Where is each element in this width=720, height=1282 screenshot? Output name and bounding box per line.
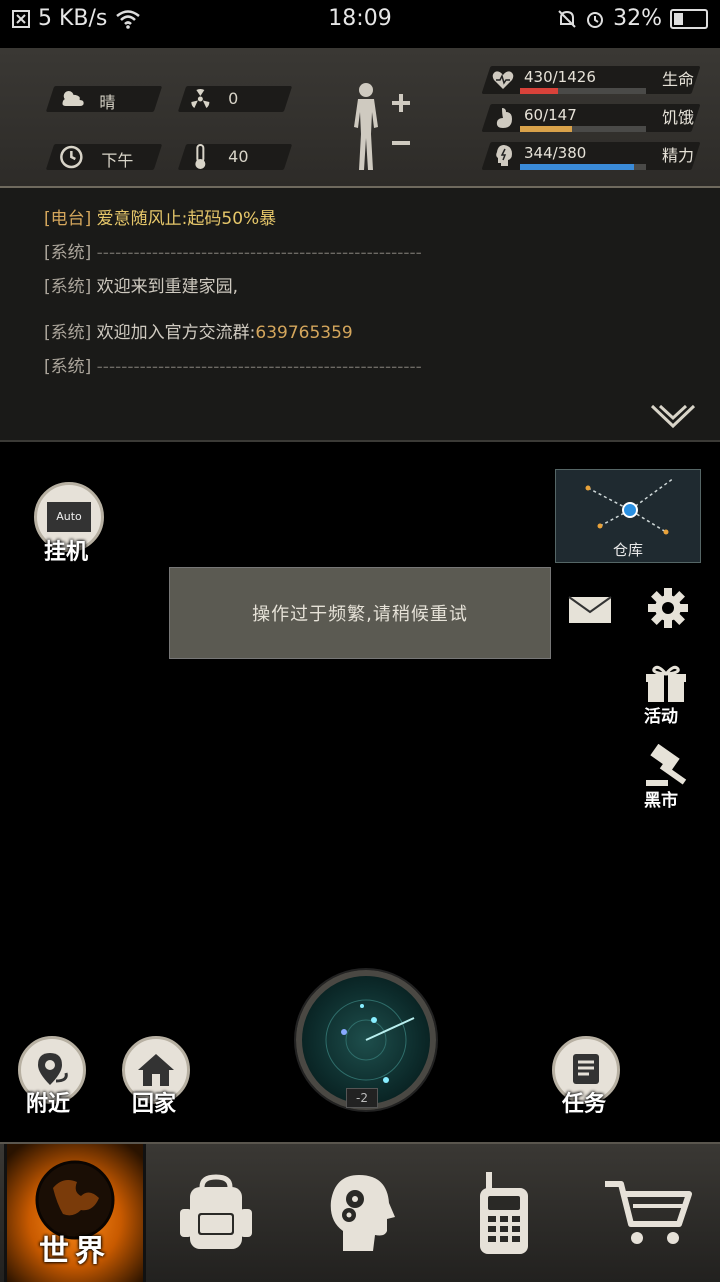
stomach-icon <box>496 108 512 128</box>
chat-text: ----------------------------------------… <box>96 243 422 263</box>
radar-level: -2 <box>346 1088 378 1108</box>
cloud-sun-icon <box>62 91 84 106</box>
time-pill: 下午 <box>45 144 163 170</box>
stat-label: 精力 <box>662 146 695 165</box>
activity-label: 活动 <box>644 707 678 727</box>
tab-world-label: 世界 <box>39 1234 111 1269</box>
warehouse-label: 仓库 <box>612 541 643 559</box>
task-label: 任务 <box>562 1092 607 1117</box>
radiation-pill: 0 <box>177 86 293 112</box>
character-body-button[interactable] <box>346 82 420 172</box>
tab-world[interactable]: 世界 <box>4 1144 146 1282</box>
head-gears-icon <box>330 1175 395 1251</box>
map-network-icon <box>585 477 675 535</box>
nearby-button[interactable]: 附近 <box>18 1036 88 1117</box>
chat-log[interactable]: [电台] 爱意随风止:起码50%暴 [系统] -----------------… <box>0 188 720 442</box>
mute-bell-icon <box>558 9 576 28</box>
radar-scope-icon <box>325 999 415 1083</box>
plus-icon <box>392 94 410 112</box>
stat-label: 饥饿 <box>662 108 695 127</box>
chat-tag: [系统] <box>44 357 92 377</box>
stat-value: 430/1426 <box>524 68 596 86</box>
thermometer-icon <box>195 144 206 169</box>
gavel-icon <box>646 743 687 786</box>
shopping-cart-icon <box>605 1181 692 1244</box>
chat-text: 欢迎来到重建家园, <box>96 277 239 297</box>
clock-icon <box>60 145 83 169</box>
chat-text: 爱意随风止:起码50%暴 <box>96 209 277 229</box>
stat-bar <box>520 126 646 132</box>
brain-icon <box>496 145 512 166</box>
weather-label: 晴 <box>99 93 116 112</box>
stat-bar-fill <box>520 164 635 170</box>
status-bar: 5 KB/s 18:09 32% <box>0 0 720 40</box>
auto-label: 挂机 <box>44 540 89 565</box>
heart-icon <box>492 71 514 89</box>
chat-line: [系统] 欢迎来到重建家园, <box>44 272 238 297</box>
chat-line-radio: [电台] 爱意随风止:起码50%暴 <box>44 204 276 229</box>
chat-tag: [系统] <box>44 323 92 343</box>
chat-tag: [系统] <box>44 243 92 263</box>
temperature-pill: 40 <box>177 144 293 170</box>
radiation-value: 0 <box>228 89 239 108</box>
black-market-button[interactable]: 黑市 <box>644 743 694 811</box>
expand-chevron-icon[interactable] <box>650 404 696 430</box>
chat-line: [系统] -----------------------------------… <box>44 352 422 377</box>
radar-button[interactable]: -2 <box>296 970 436 1110</box>
stat-bar <box>520 164 646 170</box>
chat-line: [系统] 欢迎加入官方交流群:639765359 <box>44 318 353 343</box>
gear-icon[interactable] <box>646 586 690 630</box>
stat-value: 344/380 <box>524 144 587 162</box>
chat-line: [系统] -----------------------------------… <box>44 238 422 263</box>
battery-text: 32% <box>613 6 662 31</box>
activity-button[interactable]: 活动 <box>644 664 694 727</box>
stats-panel: 430/1426 生命 60/147 饥饿 344/380 精力 <box>480 62 710 176</box>
tab-shop[interactable] <box>576 1144 720 1282</box>
stat-bar-fill <box>520 126 572 132</box>
auto-badge: Auto <box>47 502 91 532</box>
alarm-icon <box>587 11 604 28</box>
gift-icon <box>646 665 686 702</box>
chat-tag: [电台] <box>44 209 92 229</box>
toast-message: 操作过于频繁,请稍候重试 <box>169 567 551 659</box>
chat-text: ----------------------------------------… <box>96 357 422 377</box>
bottom-tab-bar: 世界 <box>0 1142 720 1282</box>
auto-button[interactable]: Auto 挂机 <box>34 482 104 565</box>
minus-icon <box>392 141 410 145</box>
stat-hunger: 60/147 饥饿 <box>480 100 710 134</box>
temperature-value: 40 <box>228 147 249 166</box>
stat-bar-fill <box>520 88 558 94</box>
weather-pill: 晴 <box>45 86 163 112</box>
tab-backpack[interactable] <box>144 1144 288 1282</box>
home-label: 回家 <box>132 1092 177 1117</box>
chat-highlight: 639765359 <box>255 323 353 343</box>
stat-bar <box>520 88 646 94</box>
stat-health: 430/1426 生命 <box>480 62 710 96</box>
human-body-icon <box>354 83 378 170</box>
black-market-label: 黑市 <box>644 791 678 811</box>
backpack-icon <box>180 1174 252 1249</box>
battery-icon <box>670 8 708 29</box>
home-button[interactable]: 回家 <box>122 1036 192 1117</box>
battery-fill <box>674 12 683 25</box>
tab-skills[interactable] <box>288 1144 432 1282</box>
walkie-talkie-icon <box>480 1172 528 1254</box>
chat-tag: [系统] <box>44 277 92 297</box>
nearby-label: 附近 <box>26 1092 71 1117</box>
task-button[interactable]: 任务 <box>552 1036 622 1117</box>
top-hud: 晴 0 下午 40 430/1426 生命 60/147 饥饿 344/380 … <box>0 48 720 188</box>
stat-label: 生命 <box>662 70 695 89</box>
mail-icon[interactable] <box>568 596 612 624</box>
warehouse-button[interactable]: 仓库 <box>555 469 701 563</box>
stat-value: 60/147 <box>524 106 577 124</box>
chat-text: 欢迎加入官方交流群: <box>96 323 256 343</box>
time-of-day-label: 下午 <box>101 151 134 170</box>
tab-radio[interactable] <box>432 1144 576 1282</box>
status-right: 32% <box>557 6 708 31</box>
stat-energy: 344/380 精力 <box>480 138 710 172</box>
radiation-icon <box>191 89 210 108</box>
